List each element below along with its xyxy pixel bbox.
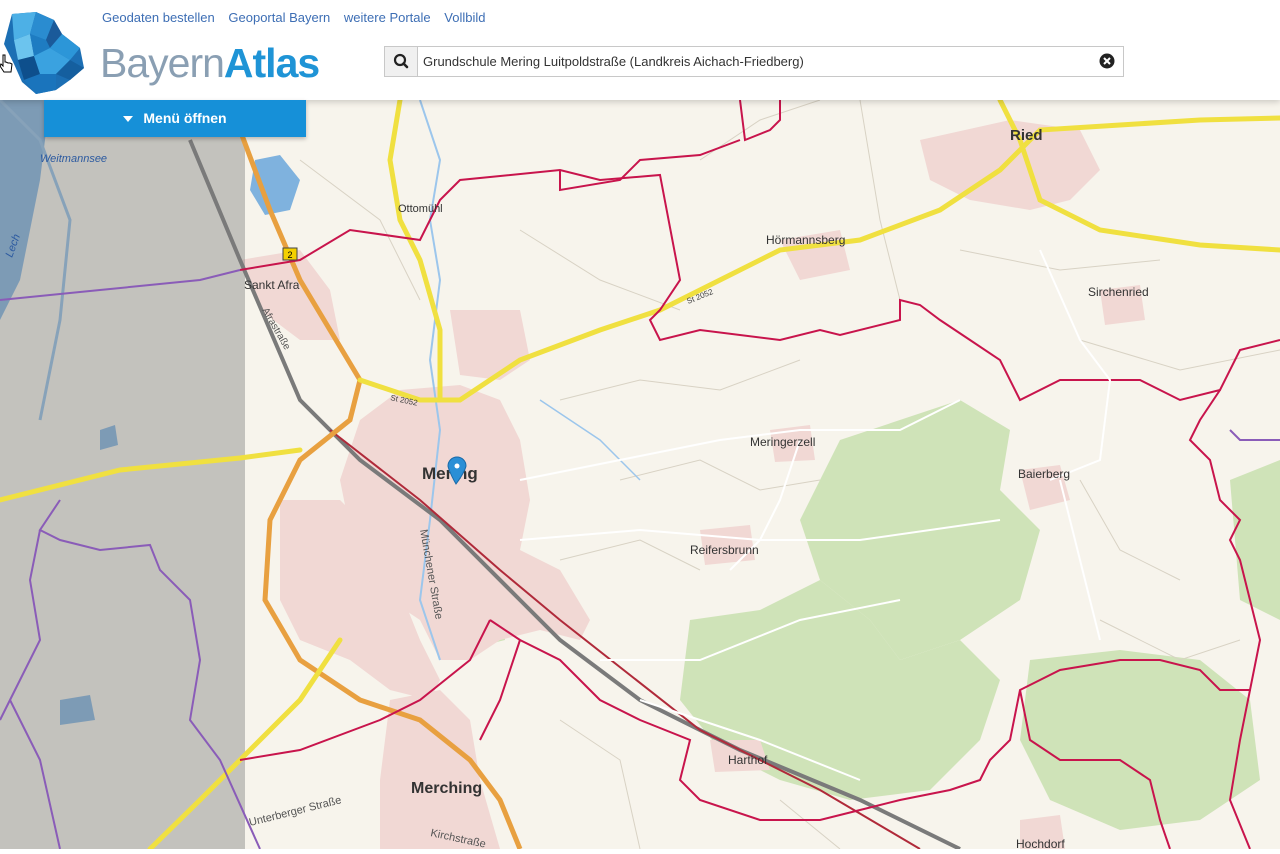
logo-text-atlas: Atlas xyxy=(223,40,320,86)
label-baierberg: Baierberg xyxy=(1018,467,1070,481)
open-menu-label: Menü öffnen xyxy=(143,110,227,126)
bayernatlas-logo[interactable]: BayernAtlas xyxy=(100,38,320,88)
caret-down-icon xyxy=(123,116,134,123)
map-svg[interactable]: Ried Hörmannsberg Sirchenried Ottomühl S… xyxy=(0,97,1280,852)
label-harthof: Harthof xyxy=(728,753,768,767)
close-circle-icon xyxy=(1099,53,1115,69)
label-sirchenried: Sirchenried xyxy=(1088,285,1149,299)
map-shade-overlay xyxy=(0,100,245,849)
label-sankt-afra: Sankt Afra xyxy=(244,278,300,292)
search-button[interactable] xyxy=(385,47,418,76)
label-ried: Ried xyxy=(1010,127,1043,144)
clear-search-button[interactable] xyxy=(1099,53,1115,69)
label-meringerzell: Meringerzell xyxy=(750,435,815,449)
label-hochdorf: Hochdorf xyxy=(1016,837,1065,849)
road-number-badge: 2 xyxy=(282,247,298,261)
label-merching: Merching xyxy=(411,780,482,797)
link-geoportal-bayern[interactable]: Geoportal Bayern xyxy=(228,10,330,25)
label-ottomuehl: Ottomühl xyxy=(398,203,443,215)
link-vollbild[interactable]: Vollbild xyxy=(444,10,485,25)
link-weitere-portale[interactable]: weitere Portale xyxy=(344,10,431,25)
badge-text: 2 xyxy=(287,250,292,260)
map-canvas[interactable]: Ried Hörmannsberg Sirchenried Ottomühl S… xyxy=(0,97,1280,852)
label-hoermannsberg: Hörmannsberg xyxy=(766,233,845,247)
search-input[interactable] xyxy=(423,47,1083,76)
label-reifersbrunn: Reifersbrunn xyxy=(690,543,759,557)
open-menu-button[interactable]: Menü öffnen xyxy=(44,100,306,137)
label-weitmannsee: Weitmannsee xyxy=(40,153,107,165)
hand-cursor-icon xyxy=(0,54,14,79)
header-bar: Geodaten bestellen Geoportal Bayern weit… xyxy=(0,0,1280,100)
top-links: Geodaten bestellen Geoportal Bayern weit… xyxy=(102,10,495,25)
link-geodaten-bestellen[interactable]: Geodaten bestellen xyxy=(102,10,215,25)
logo-text-bayern: Bayern xyxy=(100,40,225,86)
search-box xyxy=(384,46,1124,77)
search-icon xyxy=(393,53,409,69)
